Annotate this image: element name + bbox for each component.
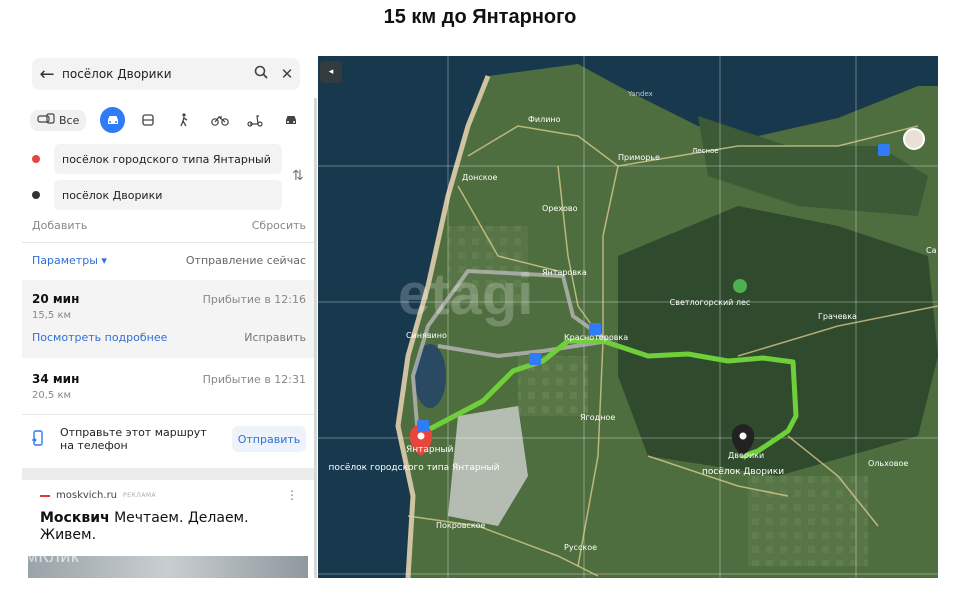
mode-bike-button[interactable]: [207, 107, 232, 133]
map-label-olkhovoe: Ольховое: [868, 459, 908, 468]
mode-all-label: Все: [59, 113, 80, 127]
route-distance: 15,5 км: [32, 310, 72, 321]
map-label-filino: Филино: [528, 115, 561, 124]
params-dropdown[interactable]: Параметры ▾: [32, 254, 107, 267]
map-label-sa: Са: [926, 246, 937, 255]
mode-car-button[interactable]: [100, 107, 125, 133]
taxi-icon: [285, 116, 296, 124]
ad-tag: РЕКЛАМА: [123, 492, 157, 499]
route-distance: 20,5 км: [32, 390, 72, 401]
close-icon[interactable]: ✕: [274, 65, 300, 83]
from-field[interactable]: посёлок городского типа Янтарный: [54, 144, 282, 174]
mode-bus-button[interactable]: [136, 107, 161, 133]
map-view[interactable]: etagi Yandex Филино Приморье Лесное Донс…: [318, 56, 938, 578]
ad-brand: Москвич: [40, 510, 110, 526]
phone-icon: [32, 430, 44, 450]
route-fix-link[interactable]: Исправить: [244, 331, 306, 344]
departure-select[interactable]: Отправление сейчас: [186, 254, 306, 267]
send-button[interactable]: Отправить: [232, 426, 306, 452]
route-time: 34 мин: [32, 372, 80, 386]
route-details-link[interactable]: Посмотреть подробнее: [32, 331, 167, 344]
panel-scrollbar[interactable]: [314, 98, 317, 578]
search-bar[interactable]: ← посёлок Дворики ✕: [32, 58, 300, 90]
route-option-1[interactable]: 20 мин Прибытие в 12:16 15,5 км Посмотре…: [22, 280, 314, 358]
page-headline: 15 км до Янтарного: [383, 6, 577, 28]
search-input[interactable]: посёлок Дворики: [62, 67, 248, 81]
map-label-yantarovka: Янтаровка: [542, 268, 587, 277]
bus-icon: [142, 113, 154, 126]
map-label-dvoriki: Дворики: [728, 451, 764, 460]
map-label-pokrovskoe: Покровское: [436, 521, 486, 530]
search-icon[interactable]: [248, 65, 274, 83]
car-bus-icon: [37, 112, 55, 128]
route-time: 20 мин: [32, 292, 80, 306]
send-text: Отправьте этот маршрут на телефон: [60, 426, 207, 452]
ad-source-domain: moskvich.ru: [56, 490, 118, 501]
map-label-lesnoe: Лесное: [692, 147, 719, 155]
ad-separator: [22, 468, 314, 480]
route-option-2[interactable]: 34 мин Прибытие в 12:31 20,5 км: [22, 360, 314, 412]
route-panel: ← посёлок Дворики ✕ Все посёлок городско…: [22, 56, 314, 578]
map-label-start-caption: посёлок городского типа Янтарный: [329, 463, 500, 473]
mode-walk-button[interactable]: [172, 107, 197, 133]
map-label-krasnotorovka: Красноторовка: [564, 333, 628, 342]
bus-stop-icon: [878, 144, 890, 156]
route-params: Параметры ▾ Отправление сейчас: [32, 254, 306, 267]
add-point-link[interactable]: Добавить: [32, 219, 87, 232]
send-to-phone: Отправьте этот маршрут на телефон Отправ…: [22, 416, 314, 466]
ad-title: Москвич Мечтаем. Делаем. Живем.: [40, 510, 280, 544]
car-icon: [107, 116, 118, 124]
map-label-svetlogorsky-les: Светлогорский лес: [670, 298, 751, 307]
to-field[interactable]: посёлок Дворики: [54, 180, 282, 210]
start-dot-icon: [32, 155, 40, 163]
end-dot-icon: [32, 191, 40, 199]
ad-logo-icon: [40, 494, 50, 497]
route-point-from: посёлок городского типа Янтарный: [32, 144, 282, 174]
swap-points-icon[interactable]: ⇅: [292, 168, 304, 184]
more-options-icon[interactable]: ⋮: [286, 488, 298, 502]
domclick-watermark: ДомКлик: [2, 546, 80, 566]
pedestrian-icon: [180, 113, 188, 127]
route-arrival: Прибытие в 12:31: [202, 373, 306, 386]
map-label-grachevka: Грачевка: [818, 312, 857, 321]
mode-all-button[interactable]: Все: [30, 109, 87, 131]
forest-poi-icon: [733, 279, 747, 293]
reset-link[interactable]: Сбросить: [252, 219, 306, 232]
map-label-yagodnoe: Ягодное: [580, 413, 615, 422]
bus-stop-icon: [529, 353, 541, 365]
map-label-primorye: Приморье: [618, 153, 660, 162]
collapse-panel-button[interactable]: ◂: [320, 61, 342, 83]
satellite-map: etagi Yandex Филино Приморье Лесное Донс…: [318, 56, 938, 578]
map-label-russkoe: Русское: [564, 543, 597, 552]
bicycle-icon: [210, 116, 229, 126]
route-point-to: посёлок Дворики: [32, 180, 282, 210]
map-label-sinyavino: Синявино: [406, 331, 447, 340]
map-label-end-caption: посёлок Дворики: [702, 467, 784, 477]
route-arrival: Прибытие в 12:16: [202, 293, 306, 306]
back-arrow-icon[interactable]: ←: [32, 64, 62, 85]
transport-modes: Все: [30, 106, 314, 134]
mode-taxi-button[interactable]: [278, 107, 303, 133]
divider: [22, 414, 314, 415]
scooter-icon: [247, 114, 263, 127]
bus-stop-icon: [417, 420, 429, 432]
fields: [748, 476, 868, 566]
divider: [22, 242, 314, 243]
user-avatar-icon: [903, 128, 925, 150]
map-label-donskoe: Донское: [462, 173, 498, 182]
mode-scooter-button[interactable]: [243, 107, 268, 133]
point-actions: Добавить Сбросить: [32, 219, 306, 232]
etagi-watermark: etagi: [398, 262, 533, 327]
map-label-orekhovo: Орехово: [542, 204, 578, 213]
ad-source: moskvich.ru РЕКЛАМА: [40, 490, 156, 501]
map-logo: Yandex: [627, 90, 653, 98]
map-label-yantarny: Янтарный: [406, 445, 454, 455]
